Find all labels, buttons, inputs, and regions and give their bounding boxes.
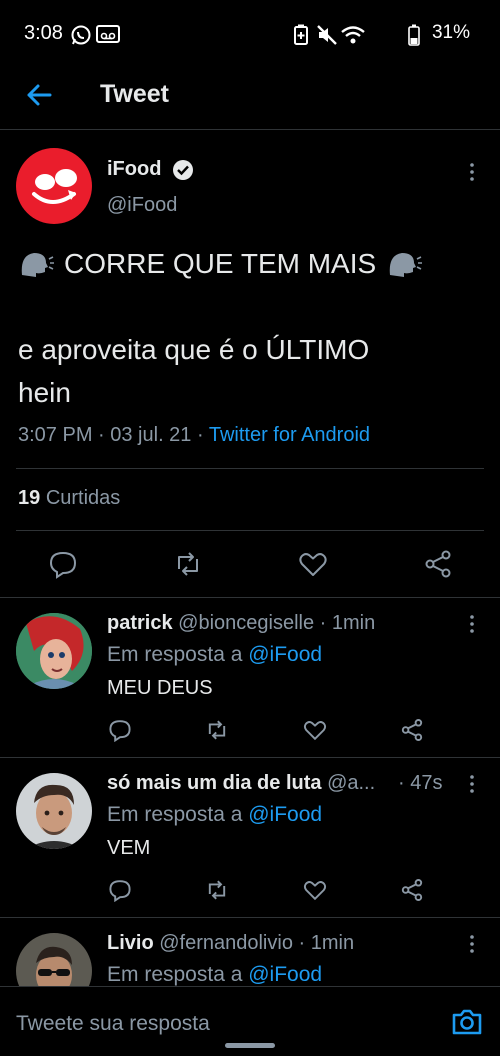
retweet-icon[interactable]	[205, 718, 229, 742]
tweet-client-link[interactable]: Twitter for Android	[209, 424, 370, 446]
reply-to-mention[interactable]: @iFood	[248, 643, 322, 666]
top-header: Tweet	[0, 66, 500, 130]
reply-author-handle[interactable]: @bioncegiselle	[178, 612, 314, 634]
divider	[0, 917, 500, 918]
reply-to-mention[interactable]: @iFood	[248, 963, 322, 986]
tweet-text-line-3: hein	[18, 377, 71, 408]
reply-header: patrick @bioncegiselle · 1min	[107, 612, 375, 635]
battery-percent: 31%	[431, 22, 470, 43]
verified-badge-icon	[173, 160, 193, 180]
reply-author-name[interactable]: só mais um dia de luta	[107, 772, 322, 794]
home-indicator[interactable]	[225, 1043, 275, 1048]
reply-context: Em resposta a @iFood	[107, 963, 322, 987]
battery-icon	[408, 24, 420, 46]
author-handle[interactable]: @iFood	[107, 194, 177, 217]
reply-icon[interactable]	[108, 718, 132, 742]
divider	[16, 530, 484, 531]
reply-context: Em resposta a @iFood	[107, 803, 322, 827]
reply-author-handle[interactable]: @fernandolivio	[159, 932, 293, 954]
reply-context-prefix: Em resposta a	[107, 643, 249, 666]
reply-icon[interactable]	[48, 549, 78, 579]
reply-header: Livio @fernandolivio · 1min	[107, 932, 354, 955]
status-time: 3:08	[24, 22, 63, 44]
likes-summary[interactable]: 19 Curtidas	[18, 487, 120, 510]
avatar-image	[16, 613, 92, 689]
tweet-text-headline: CORRE QUE TEM MAIS	[64, 248, 377, 279]
reply-author-handle[interactable]: @a...	[327, 772, 375, 794]
tweet-timestamp: 3:07 PM · 03 jul. 21 ·	[18, 424, 209, 446]
like-heart-icon[interactable]	[303, 718, 327, 742]
ifood-logo-icon	[32, 169, 77, 204]
battery-saver-icon	[294, 24, 308, 45]
divider	[0, 757, 500, 758]
more-options-icon[interactable]	[462, 934, 482, 954]
reply-input[interactable]	[16, 1009, 436, 1039]
reply-age: · 47s	[398, 772, 443, 794]
author-name[interactable]: iFood	[107, 158, 161, 181]
divider	[16, 468, 484, 469]
speaking-head-icon	[21, 253, 54, 277]
whatsapp-icon	[71, 25, 91, 45]
tweet-text-line-1: CORRE QUE TEM MAIS	[18, 248, 423, 280]
mute-icon	[317, 25, 337, 45]
more-options-icon[interactable]	[462, 614, 482, 634]
more-options-icon[interactable]	[462, 162, 482, 182]
tweet-text-line-2: e aproveita que é o ÚLTIMO	[18, 334, 370, 365]
page-title: Tweet	[100, 80, 169, 108]
reply-icon[interactable]	[108, 878, 132, 902]
reply-context: Em resposta a @iFood	[107, 643, 322, 667]
like-heart-icon[interactable]	[303, 878, 327, 902]
reply-avatar[interactable]	[16, 613, 92, 689]
avatar-image	[16, 773, 92, 849]
retweet-icon[interactable]	[173, 549, 203, 579]
share-icon[interactable]	[400, 878, 424, 902]
reply-avatar[interactable]	[16, 773, 92, 849]
status-bar: 3:08 31%	[0, 0, 500, 66]
reply-text: MEU DEUS	[107, 677, 213, 699]
reply-age: · 1min	[319, 612, 376, 634]
likes-count: 19	[18, 487, 41, 509]
likes-label: Curtidas	[45, 487, 121, 509]
reply-author-name[interactable]: Livio	[107, 932, 154, 954]
back-arrow-icon[interactable]	[24, 80, 54, 110]
reply-age: · 1min	[298, 932, 355, 954]
wifi-icon	[341, 26, 365, 44]
speaking-head-icon	[389, 253, 423, 277]
reply-to-mention[interactable]: @iFood	[248, 803, 322, 826]
ifood-avatar[interactable]	[16, 148, 92, 224]
reply-context-prefix: Em resposta a	[107, 803, 249, 826]
reply-context-prefix: Em resposta a	[107, 963, 249, 986]
tweet-meta: 3:07 PM · 03 jul. 21 · Twitter for Andro…	[18, 424, 370, 447]
share-icon[interactable]	[423, 549, 453, 579]
like-heart-icon[interactable]	[298, 549, 328, 579]
reply-text: VEM	[107, 837, 151, 859]
share-icon[interactable]	[400, 718, 424, 742]
reply-header: só mais um dia de luta @a...	[107, 772, 375, 795]
divider	[0, 597, 500, 598]
camera-icon[interactable]	[450, 1005, 484, 1039]
reply-author-name[interactable]: patrick	[107, 612, 173, 634]
retweet-icon[interactable]	[205, 878, 229, 902]
voicemail-icon	[96, 25, 120, 43]
more-options-icon[interactable]	[462, 774, 482, 794]
